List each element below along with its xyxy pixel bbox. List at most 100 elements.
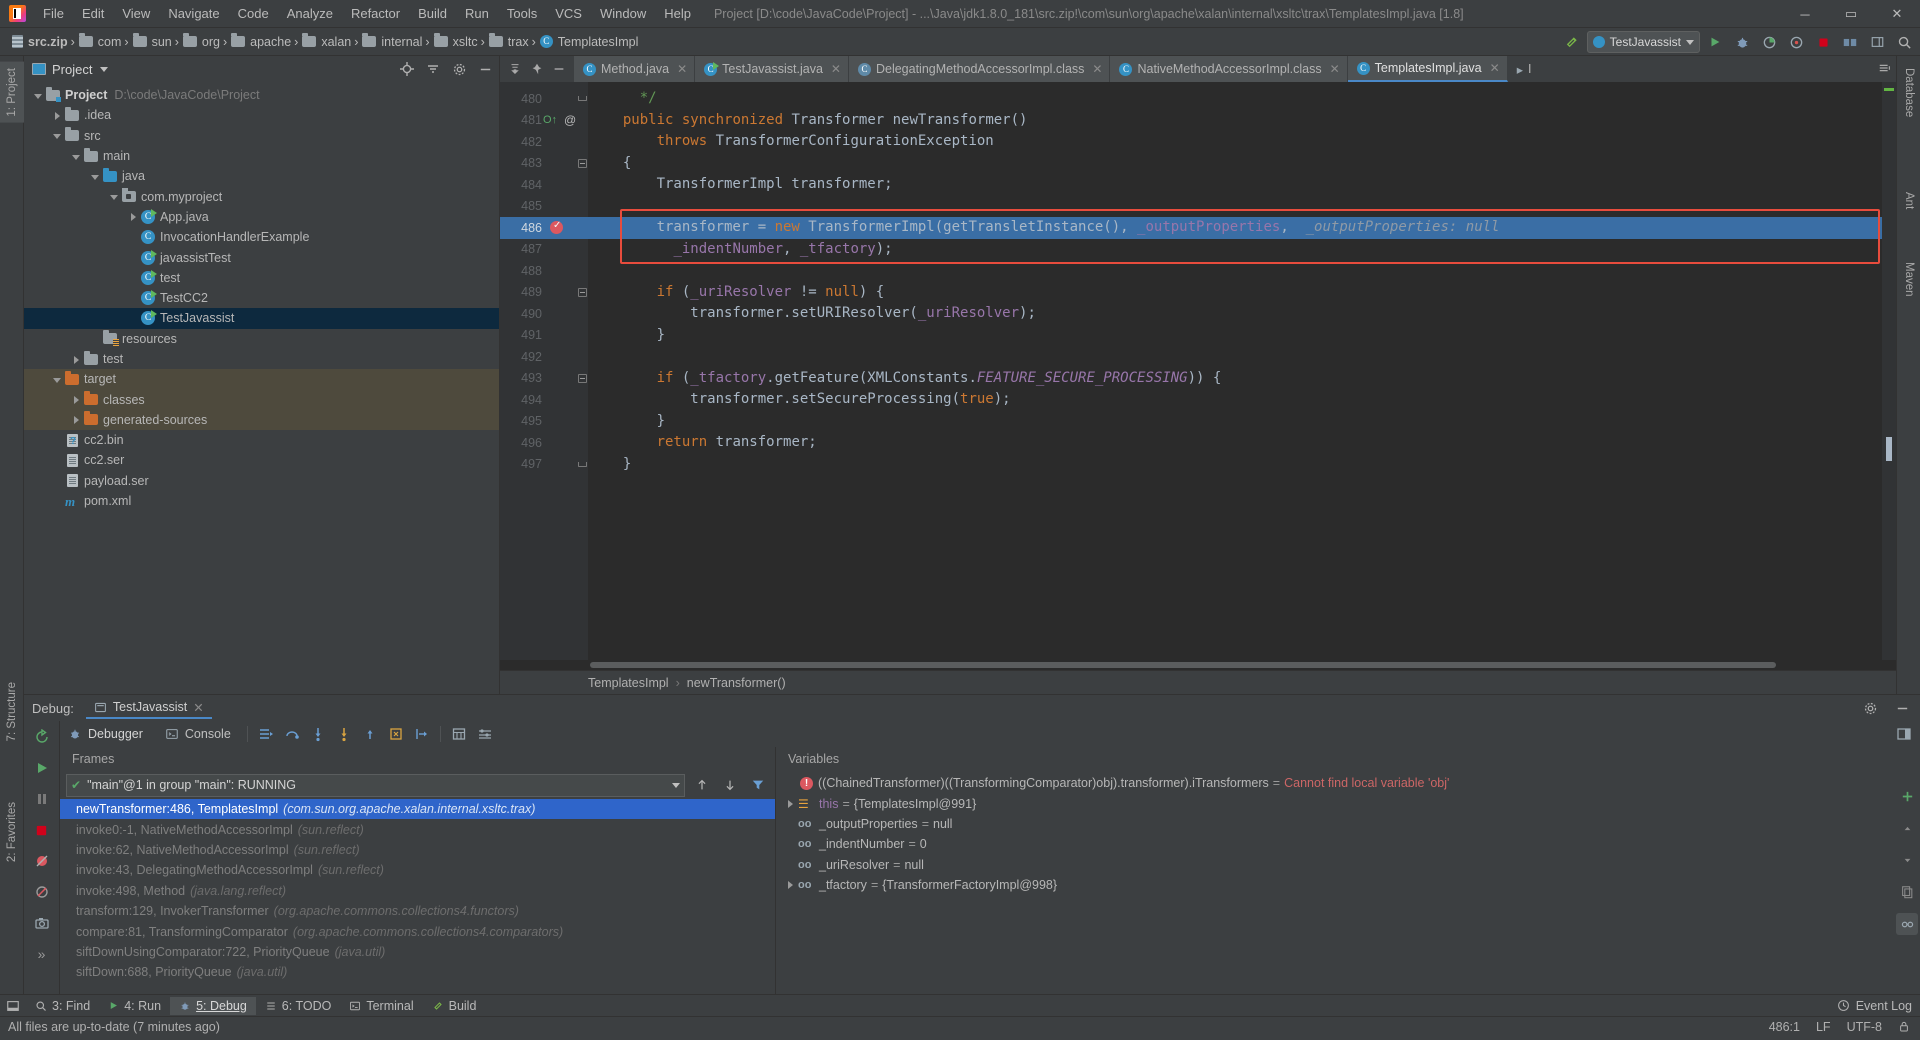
menu-window[interactable]: Window	[591, 2, 655, 25]
menu-code[interactable]: Code	[229, 2, 278, 25]
resume-program-icon[interactable]	[31, 757, 53, 779]
fold-start-icon[interactable]	[578, 159, 587, 168]
tab-console[interactable]: Console	[155, 727, 241, 741]
breadcrumb-item-internal[interactable]: internal	[358, 33, 425, 51]
frames-list[interactable]: newTransformer:486, TemplatesImpl(com.su…	[60, 799, 775, 994]
view-breakpoints-icon[interactable]	[31, 850, 53, 872]
gutter-line[interactable]: 483	[500, 153, 588, 175]
chevron-down-icon[interactable]	[672, 783, 680, 788]
frame-row[interactable]: siftDownUsingComparator:722, PriorityQue…	[60, 942, 775, 962]
settings-list-icon[interactable]	[473, 723, 497, 745]
step-into-icon[interactable]	[306, 723, 330, 745]
editor-tab-controls[interactable]	[500, 56, 574, 82]
breadcrumb-item-org[interactable]: org	[179, 33, 223, 51]
hide-panel-icon[interactable]	[1890, 697, 1914, 719]
more-options-icon[interactable]: »	[31, 943, 53, 965]
tree-item[interactable]: java	[24, 166, 499, 186]
camera-snapshot-icon[interactable]	[31, 912, 53, 934]
rerun-icon[interactable]	[31, 726, 53, 748]
variable-row[interactable]: ((ChainedTransformer)((TransformingCompa…	[776, 773, 1894, 793]
chevron-down-icon[interactable]	[89, 170, 102, 183]
gutter-line[interactable]: 480	[500, 88, 588, 110]
maximize-button[interactable]: ▭	[1828, 0, 1874, 28]
chevron-down-icon[interactable]	[70, 150, 83, 163]
frame-row[interactable]: invoke:62, NativeMethodAccessorImpl(sun.…	[60, 840, 775, 860]
breadcrumb-item-src-zip[interactable]: src.zip	[8, 33, 71, 51]
run-icon[interactable]	[1703, 31, 1727, 53]
menu-edit[interactable]: Edit	[73, 2, 113, 25]
gutter-line[interactable]: ✓486	[500, 217, 588, 239]
frame-row[interactable]: invoke:43, DelegatingMethodAccessorImpl(…	[60, 860, 775, 880]
tree-item[interactable]: src	[24, 126, 499, 146]
move-up-icon[interactable]	[1896, 817, 1918, 839]
tree-item[interactable]: App.java	[24, 207, 499, 227]
variable-row[interactable]: oo_indentNumber=0	[776, 834, 1894, 854]
menu-refactor[interactable]: Refactor	[342, 2, 409, 25]
build-icon[interactable]	[1560, 31, 1584, 53]
debug-icon[interactable]	[1730, 31, 1754, 53]
breadcrumb-item-sun[interactable]: sun	[129, 33, 175, 51]
code-line[interactable]: */	[588, 88, 1882, 110]
search-icon[interactable]	[1892, 31, 1916, 53]
chevron-down-icon[interactable]	[100, 67, 108, 72]
overflow-chevron-icon[interactable]: ▸	[1517, 62, 1523, 77]
tree-item[interactable]: TestCC2	[24, 288, 499, 308]
code-line[interactable]: }	[588, 325, 1882, 347]
breadcrumb-item-xalan[interactable]: xalan	[298, 33, 354, 51]
event-log-label[interactable]: Event Log	[1856, 999, 1912, 1013]
debug-session-tab[interactable]: TestJavassist ✕	[86, 698, 212, 719]
debug-session-rail[interactable]: »	[24, 721, 60, 994]
horizontal-scrollbar[interactable]	[500, 660, 1896, 670]
variables-rail[interactable]	[1894, 747, 1920, 994]
show-tool-windows-icon[interactable]	[0, 995, 26, 1017]
tool-window-button-6--todo[interactable]: 6: TODO	[256, 997, 341, 1015]
updates-icon[interactable]	[1838, 31, 1862, 53]
lock-icon[interactable]	[1898, 1020, 1910, 1033]
move-down-icon[interactable]	[1896, 849, 1918, 871]
settings-gear-icon[interactable]	[447, 58, 471, 80]
tree-item[interactable]: test	[24, 268, 499, 288]
breakpoint-icon[interactable]: ✓	[550, 221, 563, 234]
menu-bar[interactable]: FileEditViewNavigateCodeAnalyzeRefactorB…	[34, 2, 700, 25]
tree-item[interactable]: cc2.ser	[24, 450, 499, 470]
chevron-right-icon[interactable]	[70, 393, 83, 406]
close-icon[interactable]: ✕	[1330, 62, 1340, 76]
code-line[interactable]: if (_uriResolver != null) {	[588, 282, 1882, 304]
watches-toggle-icon[interactable]	[1896, 913, 1918, 935]
sidebar-item-ant[interactable]: Ant	[1897, 186, 1920, 215]
chevron-down-icon[interactable]	[51, 373, 64, 386]
variable-row[interactable]: oo_outputProperties=null	[776, 814, 1894, 834]
editor-tab-method-java[interactable]: Method.java✕	[574, 56, 695, 82]
menu-view[interactable]: View	[113, 2, 159, 25]
run-toolbar[interactable]: TestJavassist	[1560, 28, 1916, 56]
code-line[interactable]: transformer.setSecureProcessing(true);	[588, 389, 1882, 411]
tree-item[interactable]: InvocationHandlerExample	[24, 227, 499, 247]
drop-frame-icon[interactable]	[384, 723, 408, 745]
code-line[interactable]	[588, 346, 1882, 368]
sidebar-item-project[interactable]: 1: Project	[0, 62, 24, 123]
chevron-right-icon[interactable]	[70, 413, 83, 426]
code-line[interactable]: }	[588, 454, 1882, 476]
variable-row[interactable]: oo_uriResolver=null	[776, 855, 1894, 875]
gutter-line[interactable]: 495	[500, 411, 588, 433]
tree-item[interactable]: classes	[24, 389, 499, 409]
copy-value-icon[interactable]	[1896, 881, 1918, 903]
override-method-icon[interactable]: O↑	[543, 114, 557, 126]
editor-tab-testjavassist-java[interactable]: TestJavassist.java✕	[695, 56, 849, 82]
gutter-line[interactable]: O↑@481	[500, 110, 588, 132]
chevron-right-icon[interactable]	[51, 109, 64, 122]
code-text-area[interactable]: */ public synchronized Transformer newTr…	[588, 82, 1882, 660]
tree-item[interactable]: cc2.bin	[24, 430, 499, 450]
editor-tab-delegatingmethodaccessorimpl-class[interactable]: DelegatingMethodAccessorImpl.class✕	[849, 56, 1111, 82]
stop-icon[interactable]	[31, 819, 53, 841]
menu-tools[interactable]: Tools	[498, 2, 546, 25]
gutter-line[interactable]: 487	[500, 239, 588, 261]
code-line[interactable]	[588, 196, 1882, 218]
editor-marker-bar[interactable]	[1882, 82, 1896, 660]
mute-breakpoints-icon[interactable]	[31, 881, 53, 903]
tool-window-bar[interactable]: 3: Find4: Run5: Debug6: TODOTerminalBuil…	[0, 994, 1920, 1016]
frame-row[interactable]: invoke0:-1, NativeMethodAccessorImpl(sun…	[60, 819, 775, 839]
gutter-line[interactable]: 482	[500, 131, 588, 153]
tree-item[interactable]: target	[24, 369, 499, 389]
chevron-down-icon[interactable]	[51, 129, 64, 142]
